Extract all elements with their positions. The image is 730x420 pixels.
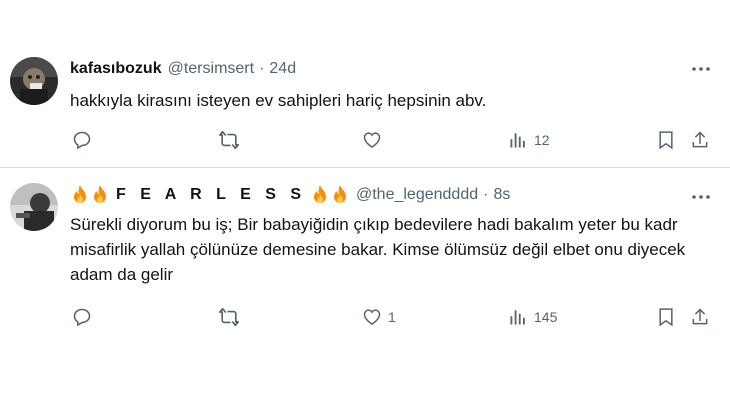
more-icon[interactable]: [692, 188, 710, 206]
tweet-actions: 12: [70, 128, 714, 152]
tweet[interactable]: F E A R L E S S @the_legendddd · 8s Süre…: [0, 168, 730, 348]
avatar[interactable]: [10, 57, 58, 105]
reply-icon: [72, 307, 92, 327]
tweet-text: hakkıyla kirasını isteyen ev sahipleri h…: [70, 91, 487, 110]
share-button[interactable]: [690, 305, 710, 329]
share-icon: [690, 307, 710, 327]
views-button[interactable]: 12: [508, 128, 550, 152]
tweet[interactable]: kafasıbozuk @tersimsert · 24d hakkıyla k…: [0, 42, 730, 166]
fire-emoji: [70, 184, 90, 206]
views-button[interactable]: 145: [508, 305, 557, 329]
fire-emoji: [90, 184, 110, 206]
bookmark-button[interactable]: [656, 128, 676, 152]
view-count: 12: [534, 132, 550, 148]
reply-button[interactable]: [72, 128, 92, 152]
like-button[interactable]: 1: [362, 305, 396, 329]
avatar[interactable]: [10, 183, 58, 231]
bookmark-icon: [656, 307, 676, 327]
timestamp[interactable]: 24d: [269, 60, 296, 78]
fire-emoji: [330, 184, 350, 206]
retweet-icon: [218, 130, 240, 150]
reply-icon: [72, 130, 92, 150]
like-count: 1: [388, 309, 396, 325]
bookmark-button[interactable]: [656, 305, 676, 329]
views-icon: [508, 130, 528, 150]
tweet-header: kafasıbozuk @tersimsert · 24d: [70, 60, 296, 78]
share-button[interactable]: [690, 128, 710, 152]
fire-emoji: [310, 184, 330, 206]
user-handle[interactable]: @tersimsert: [168, 60, 254, 78]
reply-button[interactable]: [72, 305, 92, 329]
heart-icon: [362, 130, 382, 150]
retweet-button[interactable]: [218, 305, 240, 329]
bookmark-icon: [656, 130, 676, 150]
view-count: 145: [534, 309, 558, 325]
separator-dot: ·: [259, 60, 265, 77]
like-button[interactable]: [362, 128, 388, 152]
heart-icon: [362, 307, 382, 327]
user-handle[interactable]: @the_legendddd: [356, 186, 478, 204]
display-name[interactable]: F E A R L E S S: [116, 186, 306, 204]
tweet-text: Sürekli diyorum bu iş; Bir babayiğidin ç…: [70, 215, 686, 284]
tweet-header: F E A R L E S S @the_legendddd · 8s: [70, 184, 510, 206]
views-icon: [508, 307, 528, 327]
timestamp[interactable]: 8s: [493, 186, 510, 204]
tweet-actions: 1 145: [70, 305, 714, 329]
display-name[interactable]: kafasıbozuk: [70, 60, 162, 78]
retweet-button[interactable]: [218, 128, 240, 152]
retweet-icon: [218, 307, 240, 327]
more-icon[interactable]: [692, 60, 710, 78]
share-icon: [690, 130, 710, 150]
separator-dot: ·: [483, 186, 489, 203]
